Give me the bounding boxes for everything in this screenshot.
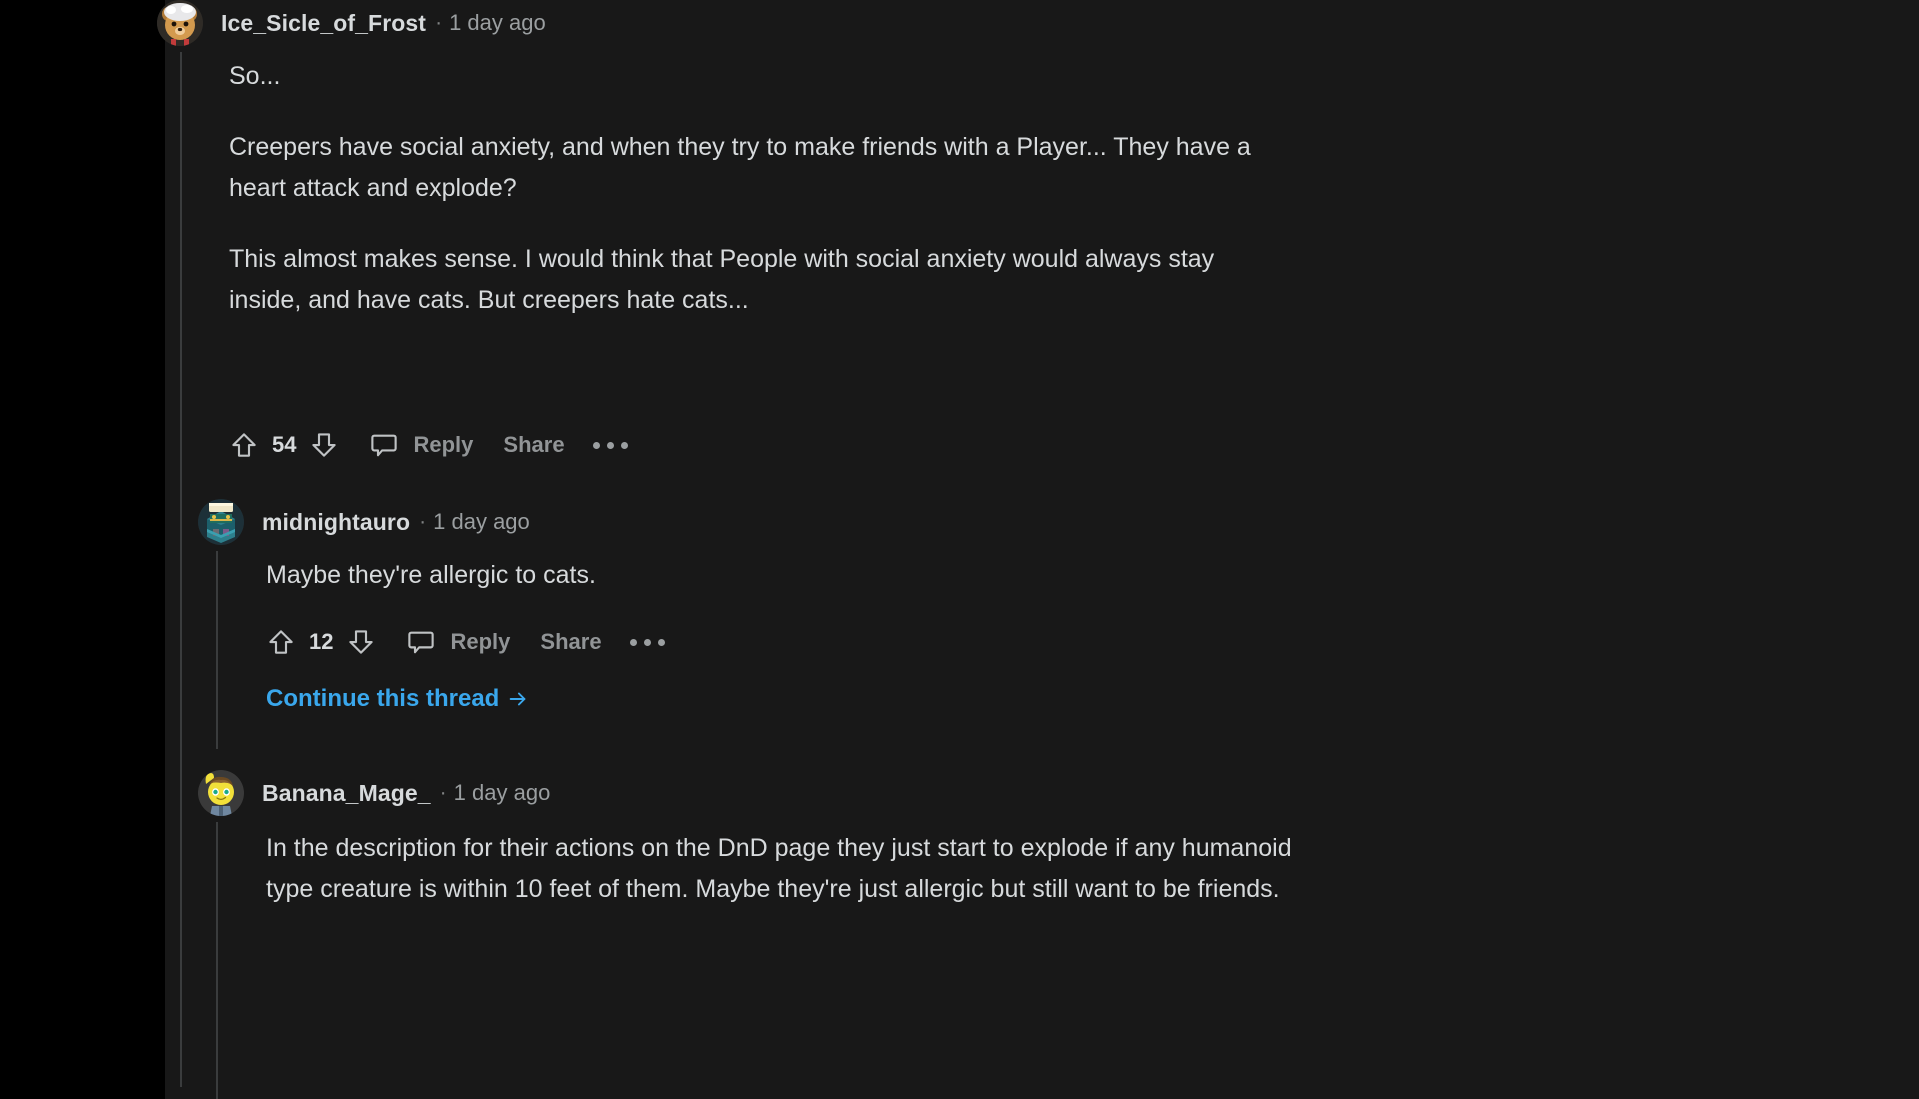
comment-paragraph: In the description for their actions on … bbox=[266, 828, 1296, 910]
comment-score-1: 54 bbox=[272, 432, 296, 458]
continue-this-thread-label: Continue this thread bbox=[266, 685, 499, 713]
comment-score-2: 12 bbox=[309, 629, 333, 655]
comment-content-column: Ice_Sicle_of_Frost · 1 day ago So... Cre… bbox=[165, 0, 1919, 1099]
banana-snoo-avatar[interactable] bbox=[198, 770, 244, 816]
continue-this-thread-link[interactable]: Continue this thread bbox=[266, 685, 529, 713]
comment-paragraph: Creepers have social anxiety, and when t… bbox=[229, 127, 1289, 209]
comment-paragraph: So... bbox=[229, 56, 1289, 97]
comment-body-3: In the description for their actions on … bbox=[266, 828, 1296, 910]
upvote-arrow-icon[interactable] bbox=[266, 627, 296, 657]
comment-thread-item-3: Banana_Mage_ · 1 day ago In the descript… bbox=[198, 770, 1898, 816]
thread-line-level-1[interactable] bbox=[180, 52, 182, 1087]
arrow-right-icon bbox=[507, 688, 529, 710]
reply-button-2[interactable]: Reply bbox=[450, 629, 510, 655]
comment-timestamp-3[interactable]: 1 day ago bbox=[454, 780, 551, 806]
comment-action-bar-1: 54 Reply Share bbox=[229, 425, 628, 465]
comment-thread-item-2: midnightauro · 1 day ago Maybe they're a… bbox=[198, 499, 1898, 545]
comment-action-bar-2: 12 Reply Share bbox=[266, 622, 665, 662]
comment-header-1: Ice_Sicle_of_Frost · 1 day ago bbox=[157, 0, 1919, 46]
comment-header-2: midnightauro · 1 day ago bbox=[198, 499, 1898, 545]
thread-line-level-2[interactable] bbox=[216, 551, 218, 749]
comment-header-3: Banana_Mage_ · 1 day ago bbox=[198, 770, 1898, 816]
comment-username-1[interactable]: Ice_Sicle_of_Frost bbox=[221, 10, 426, 37]
downvote-arrow-icon[interactable] bbox=[346, 627, 376, 657]
upvote-arrow-icon[interactable] bbox=[229, 430, 259, 460]
comment-username-2[interactable]: midnightauro bbox=[262, 509, 410, 536]
reddit-comment-thread-screenshot: Ice_Sicle_of_Frost · 1 day ago So... Cre… bbox=[0, 0, 1919, 1099]
comment-username-3[interactable]: Banana_Mage_ bbox=[262, 780, 431, 807]
comment-bubble-icon[interactable] bbox=[406, 627, 436, 657]
comment-paragraph: This almost makes sense. I would think t… bbox=[229, 239, 1289, 321]
comment-paragraph: Maybe they're allergic to cats. bbox=[266, 555, 1266, 596]
more-options-icon[interactable] bbox=[593, 442, 628, 449]
downvote-arrow-icon[interactable] bbox=[309, 430, 339, 460]
comment-timestamp-2[interactable]: 1 day ago bbox=[433, 509, 530, 535]
comment-body-1: So... Creepers have social anxiety, and … bbox=[229, 56, 1289, 321]
more-options-icon[interactable] bbox=[630, 639, 665, 646]
reply-button-1[interactable]: Reply bbox=[413, 432, 473, 458]
share-button-1[interactable]: Share bbox=[503, 432, 564, 458]
comment-timestamp-1[interactable]: 1 day ago bbox=[449, 10, 546, 36]
share-button-2[interactable]: Share bbox=[540, 629, 601, 655]
meta-separator-1: · bbox=[435, 11, 442, 35]
meta-separator-3: · bbox=[440, 781, 447, 805]
meta-separator-2: · bbox=[419, 510, 426, 534]
bear-snowflake-avatar[interactable] bbox=[157, 0, 203, 46]
comment-thread-item-1: Ice_Sicle_of_Frost · 1 day ago So... Cre… bbox=[165, 0, 1919, 46]
comment-bubble-icon[interactable] bbox=[369, 430, 399, 460]
thread-line-level-2b[interactable] bbox=[216, 822, 218, 1099]
comment-body-2: Maybe they're allergic to cats. bbox=[266, 555, 1266, 596]
treasure-chest-avatar[interactable] bbox=[198, 499, 244, 545]
